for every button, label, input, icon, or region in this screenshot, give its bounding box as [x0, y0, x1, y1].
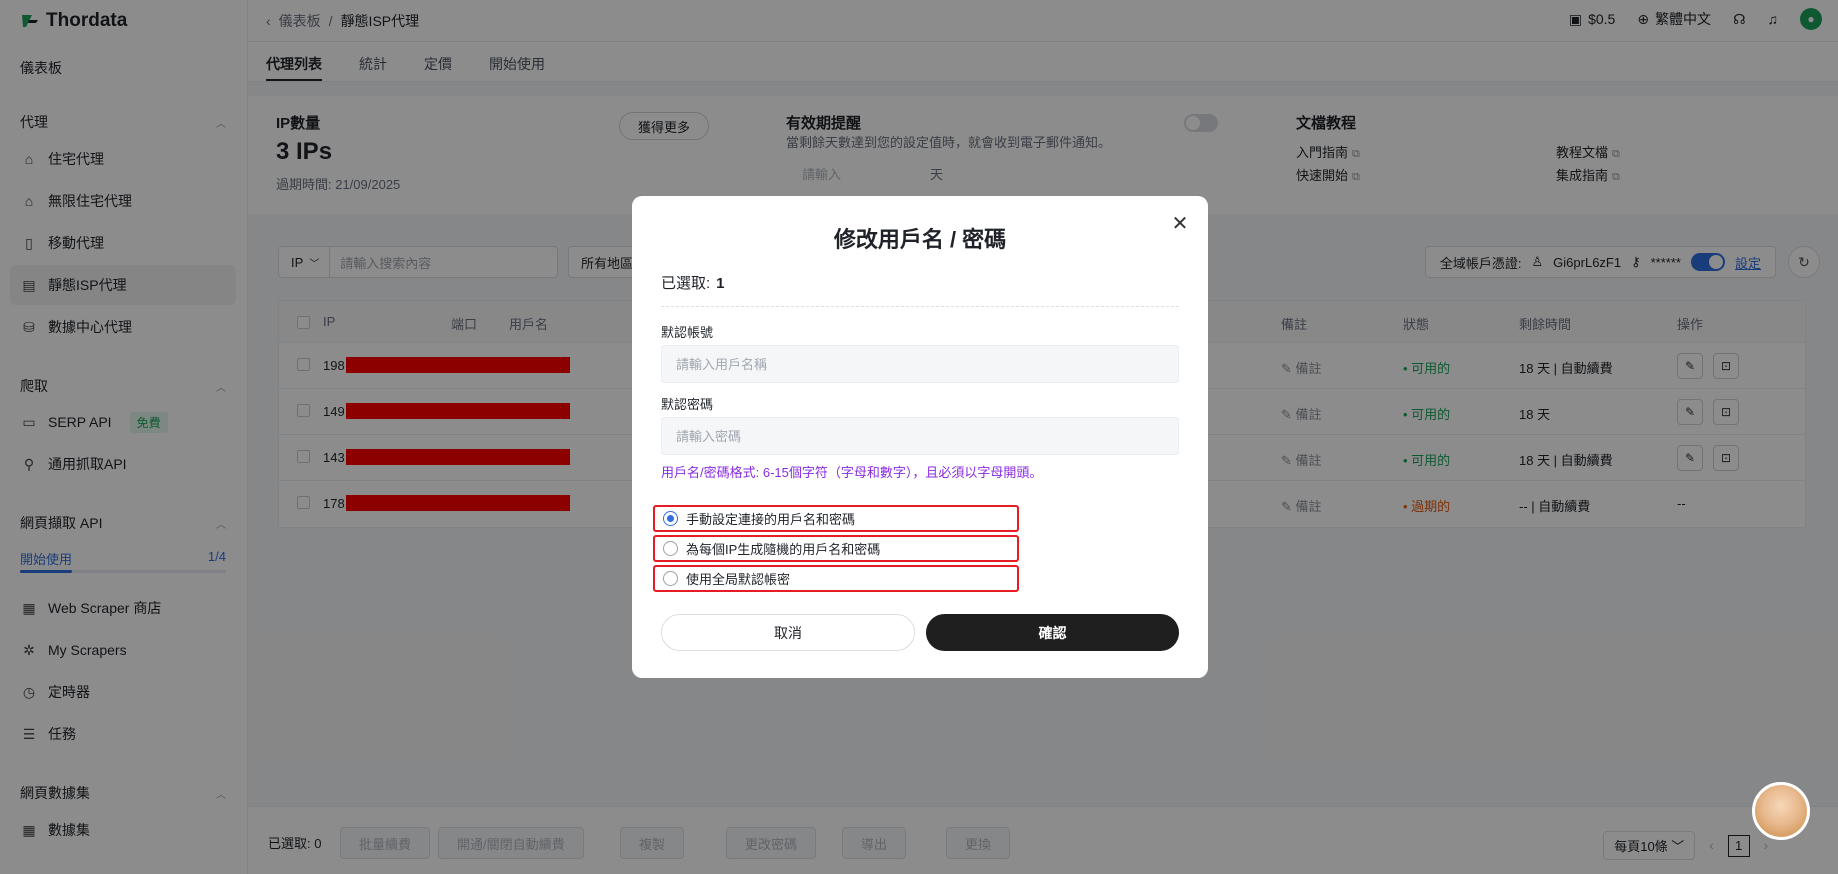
confirm-button[interactable]: 確認	[926, 614, 1179, 651]
modal-selected-row: 已選取: 1	[661, 272, 725, 293]
divider	[661, 306, 1179, 307]
password-field[interactable]	[661, 417, 1179, 455]
option-label: 使用全局默認帳密	[686, 572, 791, 587]
modal-title: 修改用戶名 / 密碼	[833, 227, 1007, 252]
format-hint: 用戶名/密碼格式: 6-15個字符（字母和數字），且必須以字母開頭。	[661, 465, 1043, 480]
radio-button[interactable]	[663, 571, 678, 586]
option-random-credentials[interactable]: 為每個IP生成隨機的用戶名和密碼	[653, 535, 1019, 562]
username-field[interactable]	[661, 345, 1179, 383]
option-label: 為每個IP生成隨機的用戶名和密碼	[686, 542, 881, 557]
option-manual-credentials[interactable]: 手動設定連接的用戶名和密碼	[653, 505, 1019, 532]
radio-button-checked[interactable]	[663, 511, 678, 526]
close-icon[interactable]: ✕	[1170, 214, 1190, 234]
cancel-button[interactable]: 取消	[661, 614, 915, 651]
support-chat-avatar[interactable]	[1752, 782, 1810, 840]
selected-label: 已選取:	[661, 275, 711, 292]
username-label: 默認帳號	[661, 325, 714, 340]
option-global-credentials[interactable]: 使用全局默認帳密	[653, 565, 1019, 592]
radio-button[interactable]	[663, 541, 678, 556]
password-label: 默認密碼	[661, 397, 714, 412]
edit-credentials-modal: 修改用戶名 / 密碼 ✕ 已選取: 1 默認帳號 默認密碼 用戶名/密碼格式: 6…	[632, 196, 1208, 678]
selected-count-value: 1	[716, 275, 725, 292]
option-label: 手動設定連接的用戶名和密碼	[686, 512, 856, 527]
